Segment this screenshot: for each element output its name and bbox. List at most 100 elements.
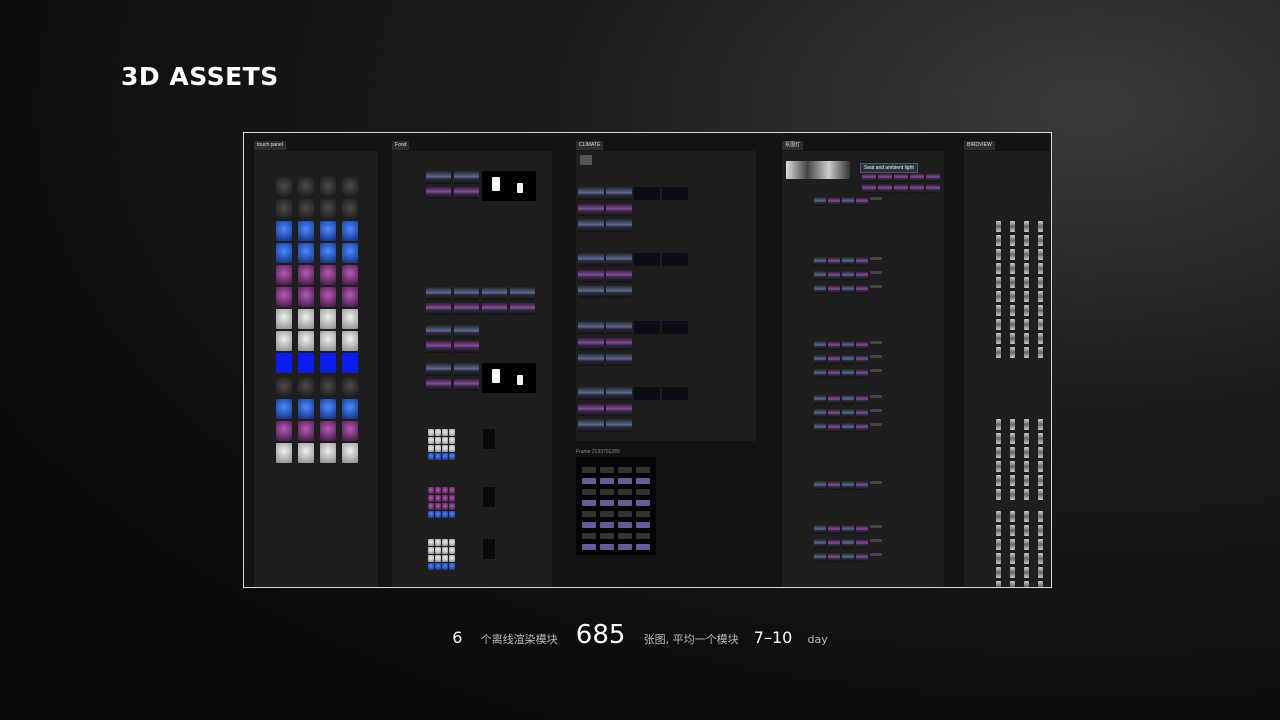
render-thumbnail: [482, 302, 507, 315]
render-thumbnail: [600, 522, 614, 528]
render-thumbnail: [814, 257, 826, 266]
render-thumbnail: [449, 437, 455, 444]
render-thumbnail: [1024, 347, 1029, 358]
render-thumbnail: [870, 257, 882, 260]
render-thumbnail: [828, 271, 840, 280]
render-thumbnail: [606, 387, 632, 400]
render-thumbnail: [1024, 277, 1029, 288]
render-thumbnail: [636, 478, 650, 484]
render-thumbnail: [578, 337, 604, 350]
render-thumbnail: [1010, 525, 1015, 536]
render-thumbnail: [276, 421, 292, 441]
render-thumbnail: [342, 287, 358, 307]
render-thumbnail: [449, 429, 455, 436]
render-thumbnail: [996, 319, 1001, 330]
days-unit: day: [807, 633, 828, 646]
render-thumbnail: [454, 325, 479, 338]
render-thumbnail: [828, 553, 840, 562]
render-thumbnail: [428, 555, 434, 562]
render-thumbnail: [600, 467, 614, 473]
render-thumbnail: [662, 387, 688, 400]
render-thumbnail: [862, 184, 876, 193]
render-thumbnail: [342, 377, 358, 397]
render-thumbnail: [320, 377, 336, 397]
render-thumbnail: [842, 525, 854, 534]
render-thumbnail: [636, 522, 650, 528]
render-thumbnail: [582, 544, 596, 550]
render-thumbnail: [276, 443, 292, 463]
render-thumbnail: [842, 395, 854, 404]
render-thumbnail: [814, 369, 826, 378]
render-thumbnail: [1038, 525, 1043, 536]
render-thumbnail: [426, 171, 451, 184]
render-thumbnail: [1024, 461, 1029, 472]
render-thumbnail: [1024, 511, 1029, 522]
render-thumbnail: [428, 563, 434, 570]
render-thumbnail: [1010, 553, 1015, 564]
render-thumbnail: [582, 478, 596, 484]
render-thumbnail: [435, 563, 441, 570]
render-thumbnail: [298, 331, 314, 351]
render-thumbnail: [996, 347, 1001, 358]
render-thumbnail: [1010, 277, 1015, 288]
render-thumbnail: [342, 399, 358, 419]
render-thumbnail: [1024, 433, 1029, 444]
render-thumbnail: [636, 544, 650, 550]
render-thumbnail: [1024, 581, 1029, 587]
render-thumbnail: [449, 445, 455, 452]
render-thumbnail: [1010, 319, 1015, 330]
frame-label: Frame 2133701289: [576, 449, 620, 455]
render-thumbnail: [578, 419, 604, 432]
render-thumbnail: [298, 221, 314, 241]
render-thumbnail: [814, 197, 826, 206]
render-thumbnail: [435, 487, 441, 494]
render-thumbnail: [1038, 347, 1043, 358]
render-thumbnail: [996, 221, 1001, 232]
render-thumbnail: [996, 539, 1001, 550]
column-ambient-light: 氛围灯 Seat and ambient light: [782, 133, 946, 587]
render-thumbnail: [454, 340, 479, 353]
render-thumbnail: [342, 221, 358, 241]
render-thumbnail: [578, 387, 604, 400]
render-thumbnail: [996, 333, 1001, 344]
render-thumbnail: [449, 503, 455, 510]
render-thumbnail: [1038, 461, 1043, 472]
render-thumbnail: [578, 353, 604, 366]
render-thumbnail: [618, 533, 632, 539]
render-thumbnail: [435, 503, 441, 510]
render-thumbnail: [996, 305, 1001, 316]
render-thumbnail: [582, 533, 596, 539]
summary-footer: 6 个离线渲染模块 685 张图, 平均一个模块 7–10 day: [0, 620, 1280, 650]
render-thumbnail: [517, 183, 523, 193]
render-thumbnail: [828, 257, 840, 266]
render-thumbnail: [856, 395, 868, 404]
render-thumbnail: [1010, 305, 1015, 316]
render-thumbnail: [442, 487, 448, 494]
render-thumbnail: [426, 302, 451, 315]
render-thumbnail: [1038, 539, 1043, 550]
render-thumbnail: [600, 500, 614, 506]
render-thumbnail: [606, 269, 632, 282]
render-thumbnail: [1010, 347, 1015, 358]
render-thumbnail: [842, 481, 854, 490]
render-thumbnail: [1010, 263, 1015, 274]
render-thumbnail: [1038, 581, 1043, 587]
render-thumbnail: [442, 539, 448, 546]
render-thumbnail: [1024, 263, 1029, 274]
render-thumbnail: [298, 265, 314, 285]
render-thumbnail: [996, 433, 1001, 444]
render-thumbnail: [1010, 249, 1015, 260]
render-thumbnail: [1024, 489, 1029, 500]
render-thumbnail: [320, 421, 336, 441]
render-thumbnail: [606, 337, 632, 350]
render-thumbnail: [342, 243, 358, 263]
render-thumbnail: [856, 257, 868, 266]
render-thumbnail: [580, 155, 592, 165]
render-thumbnail: [454, 302, 479, 315]
render-thumbnail: [582, 500, 596, 506]
render-thumbnail: [483, 539, 495, 559]
render-thumbnail: [870, 539, 882, 542]
render-thumbnail: [428, 547, 434, 554]
render-thumbnail: [856, 481, 868, 490]
render-thumbnail: [428, 445, 434, 452]
